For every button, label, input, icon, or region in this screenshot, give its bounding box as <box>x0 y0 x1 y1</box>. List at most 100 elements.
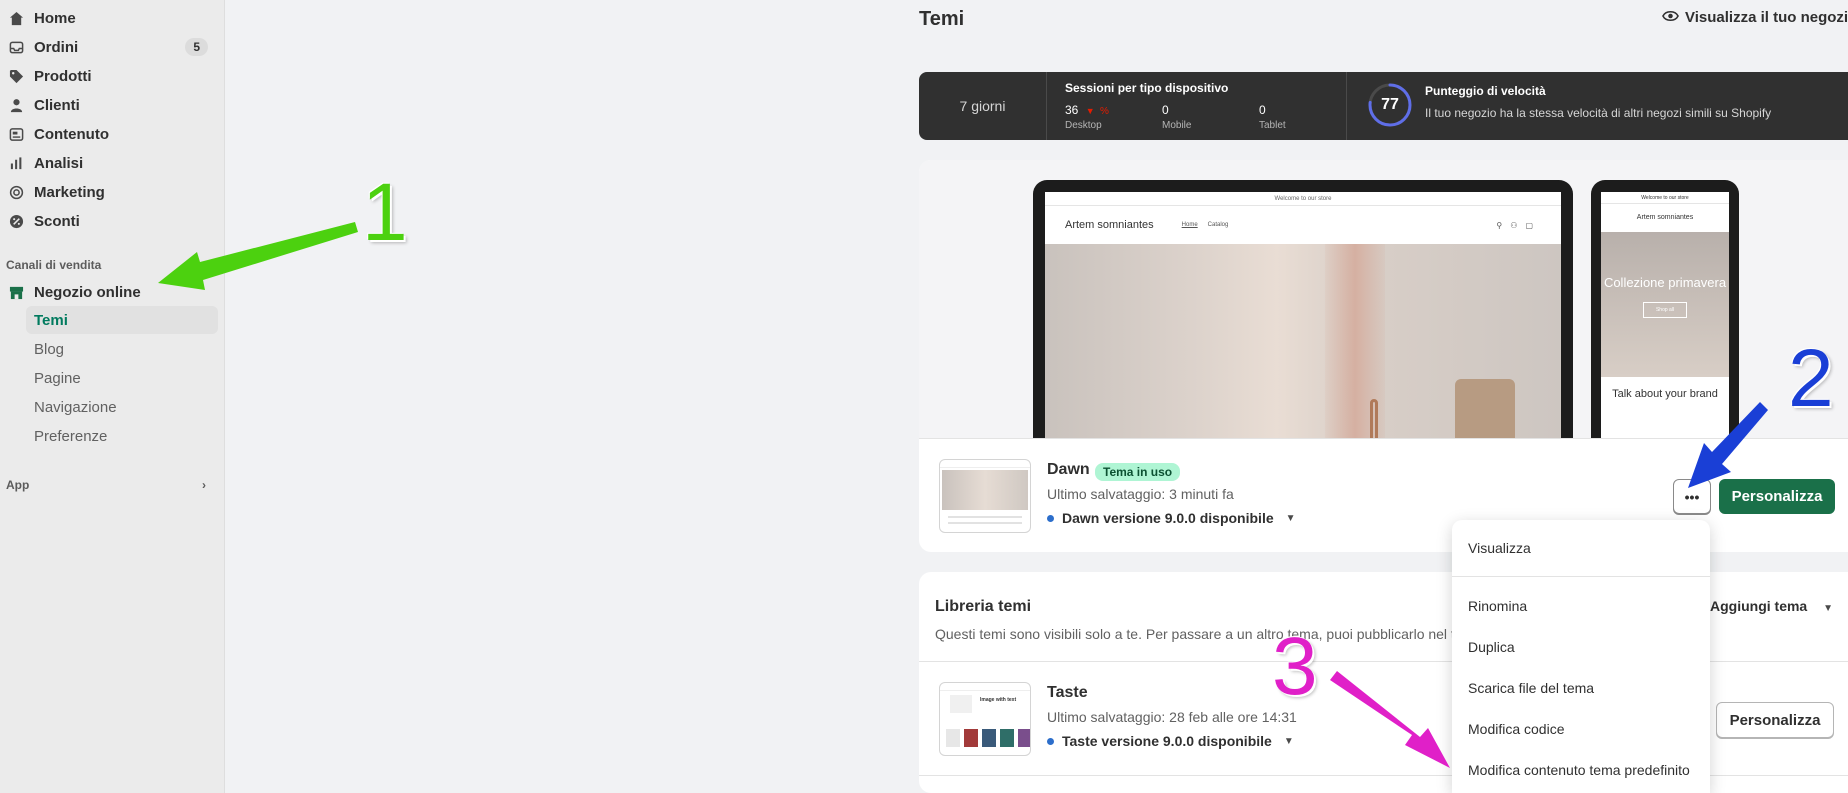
caret-down-icon: ▼ <box>1285 512 1296 524</box>
trend-down-icon: ▼ <box>1085 106 1095 116</box>
library-description: Questi temi sono visibili solo a te. Per… <box>935 626 1471 642</box>
target-icon <box>8 184 24 200</box>
store-nav-catalog: Catalog <box>1207 222 1229 228</box>
tablet-metric: 0 Tablet <box>1259 103 1286 131</box>
customize-button[interactable]: Personalizza <box>1716 702 1834 738</box>
chevron-right-icon: › <box>202 478 206 492</box>
annotation-number-1: 1 <box>362 167 408 258</box>
phone-hero-button: Shop all <box>1643 302 1687 318</box>
sidebar-item-label: Contenuto <box>34 125 109 143</box>
sidebar-subitem-blog[interactable]: Blog <box>26 335 218 363</box>
desktop-label: Desktop <box>1065 120 1102 131</box>
sidebar-item-label: Home <box>34 9 76 27</box>
more-actions-button[interactable]: ••• <box>1673 479 1711 514</box>
store-icon <box>8 284 24 300</box>
sidebar-item-ordini[interactable]: Ordini 5 <box>8 33 218 61</box>
sidebar-subitem-navigazione[interactable]: Navigazione <box>26 393 218 421</box>
tablet-value: 0 <box>1259 103 1266 117</box>
version-text: Taste versione 9.0.0 disponibile <box>1062 733 1272 749</box>
sidebar-item-negozio-online[interactable]: Negozio online <box>8 278 218 306</box>
store-header-icons: ⚲⚇▢ <box>1496 220 1541 230</box>
theme-name: Dawn <box>1047 461 1090 478</box>
info-dot-icon <box>1047 737 1054 745</box>
sidebar-item-label: Marketing <box>34 183 105 201</box>
period-selector[interactable]: 7 giorni <box>919 72 1047 140</box>
desktop-metric: 36 ▼ % Desktop <box>1065 103 1109 131</box>
theme-preview: Welcome to our store Artem somniantes Ho… <box>919 160 1848 438</box>
menu-item-modifica-contenuto[interactable]: Modifica contenuto tema predefinito <box>1468 762 1690 778</box>
phone-store-name: Artem somniantes <box>1636 214 1694 221</box>
sidebar: Home Ordini 5 Prodotti Clienti Contenuto… <box>0 0 225 793</box>
speed-title: Punteggio di velocità <box>1425 84 1546 98</box>
sidebar-subitem-preferenze[interactable]: Preferenze <box>26 422 218 450</box>
phone-hero: Collezione primavera Shop all <box>1601 232 1729 377</box>
sidebar-subitem-temi[interactable]: Temi <box>26 306 218 334</box>
sidebar-item-label: Ordini <box>34 38 79 56</box>
mobile-preview: Welcome to our store Artem somniantes Co… <box>1591 180 1739 438</box>
sidebar-item-analisi[interactable]: Analisi <box>8 149 218 177</box>
desktop-trend: % <box>1099 106 1109 117</box>
phone-hero-title: Collezione primavera <box>1603 275 1727 290</box>
sidebar-item-label: Analisi <box>34 154 84 172</box>
tablet-label: Tablet <box>1259 120 1286 131</box>
page-title: Temi <box>919 8 965 30</box>
sidebar-item-clienti[interactable]: Clienti <box>8 91 218 119</box>
add-theme-button[interactable]: Aggiungi tema ▼ <box>1710 598 1833 614</box>
version-text: Dawn versione 9.0.0 disponibile <box>1062 510 1274 526</box>
sidebar-item-home[interactable]: Home <box>8 4 218 32</box>
view-store-link[interactable]: Visualizza il tuo negozio <box>1662 9 1848 26</box>
desktop-preview: Welcome to our store Artem somniantes Ho… <box>1033 180 1573 438</box>
orders-count-badge: 5 <box>185 38 208 56</box>
sidebar-item-marketing[interactable]: Marketing <box>8 178 218 206</box>
menu-item-visualizza[interactable]: Visualizza <box>1468 540 1531 556</box>
last-saved-text: Ultimo salvataggio: 28 feb alle ore 14:3… <box>1047 709 1297 725</box>
version-available[interactable]: Taste versione 9.0.0 disponibile ▼ <box>1047 733 1294 749</box>
eye-icon <box>1662 9 1679 26</box>
speed-score-panel[interactable]: 77 Punteggio di velocità Il tuo negozio … <box>1347 72 1848 140</box>
tag-icon <box>8 68 24 84</box>
sessions-label: Sessioni per tipo dispositivo <box>1065 81 1229 95</box>
home-icon <box>8 10 24 26</box>
sidebar-subitem-pagine[interactable]: Pagine <box>26 364 218 392</box>
current-theme-card: Welcome to our store Artem somniantes Ho… <box>919 160 1848 552</box>
mobile-value: 0 <box>1162 103 1169 117</box>
sales-channels-heading: Canali di vendita <box>6 258 102 272</box>
sidebar-item-label: Prodotti <box>34 67 92 85</box>
thumb-text: Image with text <box>980 697 1017 703</box>
menu-item-modifica-codice[interactable]: Modifica codice <box>1468 721 1565 737</box>
annotation-number-2: 2 <box>1788 333 1834 424</box>
sidebar-item-prodotti[interactable]: Prodotti <box>8 62 218 90</box>
menu-item-scarica[interactable]: Scarica file del tema <box>1468 680 1594 696</box>
mobile-metric: 0 Mobile <box>1162 103 1191 131</box>
sidebar-item-label: Clienti <box>34 96 80 114</box>
customize-button[interactable]: Personalizza <box>1719 479 1835 514</box>
info-dot-icon <box>1047 514 1054 522</box>
caret-down-icon: ▼ <box>1823 603 1834 614</box>
sidebar-item-sconti[interactable]: Sconti <box>8 207 218 235</box>
theme-thumbnail: Image with text <box>939 682 1031 756</box>
store-name: Artem somniantes <box>1065 219 1154 231</box>
more-actions-menu: Visualizza Rinomina Duplica Scarica file… <box>1452 520 1710 793</box>
theme-thumbnail <box>939 459 1031 533</box>
menu-item-duplica[interactable]: Duplica <box>1468 639 1515 655</box>
sidebar-app-row[interactable]: App › <box>6 478 206 492</box>
bar-chart-icon <box>8 155 24 171</box>
store-nav-home: Home <box>1181 222 1198 228</box>
sessions-by-device: Sessioni per tipo dispositivo 36 ▼ % Des… <box>1047 72 1347 140</box>
hero-image <box>1045 244 1561 438</box>
annotation-number-3: 3 <box>1272 621 1318 712</box>
sidebar-item-label: Sconti <box>34 212 80 230</box>
status-badge: Tema in uso <box>1095 463 1181 481</box>
announcement-bar: Welcome to our store <box>1045 192 1561 206</box>
theme-name: Taste <box>1047 684 1088 701</box>
store-header: Artem somniantes Home Catalog ⚲⚇▢ <box>1045 206 1561 244</box>
desktop-value: 36 <box>1065 103 1079 117</box>
view-store-label: Visualizza il tuo negozio <box>1685 9 1848 26</box>
version-available[interactable]: Dawn versione 9.0.0 disponibile ▼ <box>1047 510 1296 526</box>
phone-announcement: Welcome to our store <box>1601 192 1729 204</box>
inbox-icon <box>8 39 24 55</box>
sidebar-item-contenuto[interactable]: Contenuto <box>8 120 218 148</box>
library-title: Libreria temi <box>935 598 1032 615</box>
menu-item-rinomina[interactable]: Rinomina <box>1468 598 1527 614</box>
speed-score-value: 77 <box>1381 96 1399 113</box>
